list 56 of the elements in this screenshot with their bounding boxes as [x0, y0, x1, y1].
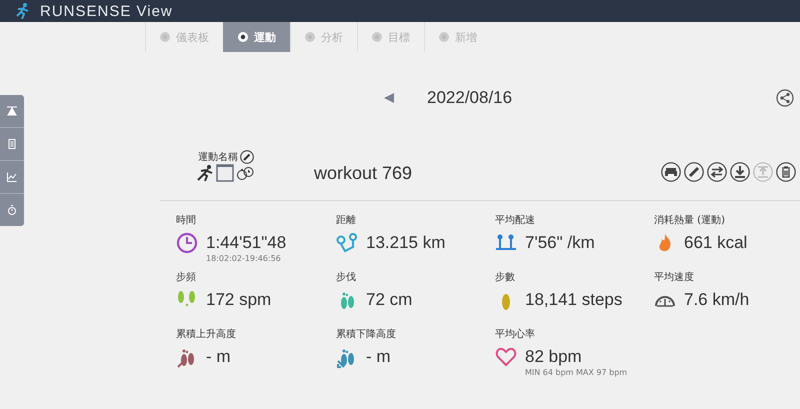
nav-tab[interactable]: 運動 [223, 22, 290, 52]
edit-button[interactable] [684, 162, 704, 182]
route-icon [336, 232, 358, 254]
stat-label: 距離 [336, 214, 357, 228]
date-label: 2022/08/16 [427, 88, 512, 108]
app-title: RUNSENSE View [40, 2, 173, 20]
dot-icon [305, 32, 315, 42]
dot-icon [160, 32, 170, 42]
dot-icon [238, 32, 248, 42]
share-icon[interactable] [776, 89, 794, 107]
stat-label: 平均配速 [495, 214, 536, 228]
edit-icon[interactable] [240, 150, 254, 164]
stat-label: 時間 [176, 214, 197, 228]
nav-tab[interactable]: 新增 [424, 22, 491, 52]
stat-label: 平均速度 [654, 270, 695, 285]
top-icon[interactable] [7, 106, 17, 116]
stat-label: 平均心率 [495, 328, 536, 342]
runner-icon [196, 164, 214, 182]
stopwatch-icon [236, 164, 254, 182]
stat-label: 累積上升高度 [176, 328, 237, 342]
workout-name: workout 769 [314, 163, 412, 184]
nav-tab[interactable]: 分析 [290, 22, 357, 52]
runner-icon [16, 3, 30, 19]
stat-label: 步數 [495, 270, 516, 285]
stat-value: 7.6 km/h [684, 290, 750, 310]
download-button[interactable] [730, 162, 750, 182]
clock-icon [176, 232, 198, 254]
delete-button[interactable] [776, 162, 796, 182]
stat-value: 1:44'51"48 [206, 233, 286, 253]
stat-value: 172 spm [206, 290, 272, 310]
stat-value: 7'56" /km [525, 233, 595, 253]
stat-value: 13.215 km [366, 233, 446, 253]
previous-icon[interactable] [383, 92, 395, 104]
print-button[interactable] [661, 162, 681, 182]
dot-icon [439, 32, 449, 42]
stat-value: 72 cm [366, 290, 412, 310]
dot-icon [372, 32, 382, 42]
stat-label: 消耗熱量 (運動) [654, 214, 726, 228]
swap-button[interactable] [707, 162, 727, 182]
nav-tab[interactable]: 目標 [357, 22, 424, 52]
stat-value: - m [366, 347, 391, 367]
stat-value: 661 kcal [684, 233, 748, 253]
stat-detail: MIN 64 bpm MAX 97 bpm [525, 368, 628, 377]
chart-icon[interactable] [7, 172, 17, 182]
stat-value: 18,141 steps [525, 290, 622, 310]
screen-icon [216, 164, 234, 182]
heart-icon [495, 346, 517, 368]
stat-label: 步伐 [336, 270, 357, 285]
name-label: 運動名稱 [198, 151, 238, 164]
stat-value: - m [206, 347, 231, 367]
document-icon[interactable] [7, 139, 17, 149]
stat-label: 步頻 [176, 270, 197, 285]
stopwatch-icon[interactable] [7, 205, 17, 215]
stat-label: 累積下降高度 [336, 328, 397, 342]
stat-detail: 18:02:02-19:46:56 [206, 254, 282, 263]
stat-value: 82 bpm [525, 347, 582, 367]
